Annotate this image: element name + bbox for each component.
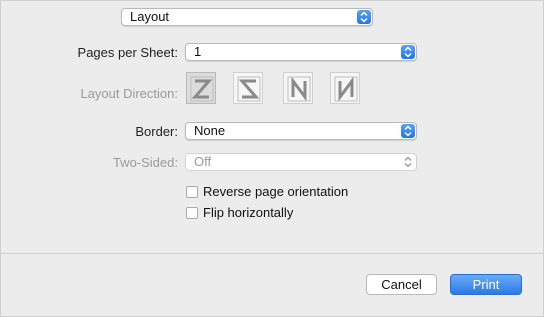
layout-direction-z-right-to-left[interactable] <box>233 72 263 104</box>
pages-per-sheet-label: Pages per Sheet: <box>77 45 178 60</box>
border-label: Border: <box>135 124 178 139</box>
flip-horizontally-label: Flip horizontally <box>203 205 294 220</box>
z-arrow-icon <box>190 76 214 102</box>
layout-direction-label: Layout Direction: <box>80 86 178 101</box>
chevron-updown-icon <box>401 155 415 169</box>
n-arrow-icon <box>287 76 311 102</box>
print-button[interactable]: Print <box>450 274 522 295</box>
chevron-updown-icon <box>401 45 415 59</box>
pages-per-sheet-value: 1 <box>194 44 202 59</box>
section-popup[interactable]: Layout <box>121 8 373 26</box>
cancel-button[interactable]: Cancel <box>366 274 437 295</box>
chevron-updown-icon <box>401 124 415 138</box>
two-sided-label: Two-Sided: <box>112 155 178 170</box>
reverse-orientation-checkbox[interactable] <box>186 186 198 198</box>
section-popup-value: Layout <box>130 9 170 24</box>
divider <box>0 253 544 254</box>
layout-direction-n-reversed[interactable] <box>330 72 360 104</box>
border-popup[interactable]: None <box>185 122 417 140</box>
reverse-orientation-label: Reverse page orientation <box>203 184 349 199</box>
layout-direction-z-left-to-right[interactable] <box>186 72 216 104</box>
pages-per-sheet-popup[interactable]: 1 <box>185 43 417 61</box>
border-value: None <box>194 123 226 138</box>
layout-direction-n-top-to-bottom[interactable] <box>283 72 313 104</box>
chevron-updown-icon <box>357 10 371 24</box>
n-reverse-arrow-icon <box>334 76 358 102</box>
z-reverse-arrow-icon <box>237 76 261 102</box>
flip-horizontally-checkbox[interactable] <box>186 207 198 219</box>
two-sided-popup[interactable]: Off <box>185 153 417 171</box>
two-sided-value: Off <box>194 154 212 169</box>
